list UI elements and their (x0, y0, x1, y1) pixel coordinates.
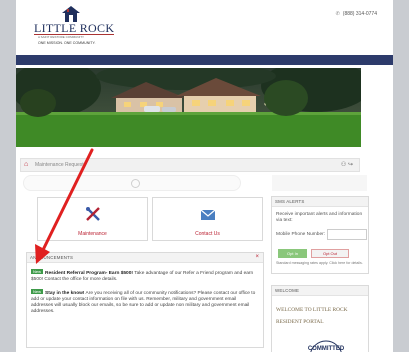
contact-us-label: Contact Us (195, 231, 220, 237)
announcements-title: ANNOUNCEMENTS (30, 255, 74, 260)
announcement-item: New Stay in the know! Are you receiving a… (31, 289, 259, 315)
phone-number: (888) 314-0774 (342, 11, 377, 17)
phone-icon: ✆ (335, 11, 340, 17)
maintenance-label: Maintenance (78, 231, 107, 237)
opt-out-button[interactable]: Opt Out (311, 249, 349, 258)
hero-image (16, 68, 361, 147)
main-navbar (16, 55, 393, 65)
home-icon[interactable]: ⌂ (24, 161, 31, 169)
sms-alerts-panel: SMS ALERTS Receive important alerts and … (271, 196, 369, 274)
sms-rates-note[interactable]: Standard messaging rates apply. Click he… (276, 261, 370, 265)
tools-icon (85, 207, 100, 221)
welcome-panel: WELCOME WELCOME TO LITTLE ROCK RESIDENT … (271, 285, 369, 352)
close-icon[interactable]: × (255, 254, 259, 261)
announcement-headline: Resident Referral Program- Earn $500! (45, 271, 133, 276)
breadcrumb: ⌂ Maintenance Request ⚇ ↪ (20, 158, 360, 172)
logo-title: LITTLE ROCK (34, 21, 115, 35)
house-logo-icon (62, 6, 80, 22)
announcements-header: ANNOUNCEMENTS × (27, 253, 263, 263)
envelope-icon (200, 209, 215, 220)
mobile-phone-input[interactable] (327, 229, 367, 240)
welcome-header: WELCOME (272, 286, 368, 296)
sms-description: Receive important alerts and information… (276, 212, 363, 223)
site-header: LITTLE ROCK A SAINT RESTORE COMMUNITY ON… (16, 0, 393, 55)
search-bar[interactable] (23, 175, 241, 191)
contact-us-tile[interactable]: Contact Us (152, 197, 263, 241)
little-rock-logo[interactable]: LITTLE ROCK A SAINT RESTORE COMMUNITY ON… (34, 6, 114, 48)
sms-alerts-header: SMS ALERTS (272, 197, 368, 207)
search-icon (131, 179, 140, 188)
logo-subtitle: A SAINT RESTORE COMMUNITY (38, 35, 85, 39)
header-phone[interactable]: ✆ (888) 314-0774 (336, 11, 377, 17)
maintenance-tile[interactable]: Maintenance (37, 197, 148, 241)
welcome-text: WELCOME TO LITTLE ROCK RESIDENT PORTAL (276, 307, 348, 325)
committed-logo: COMMITTED (308, 340, 345, 352)
committed-logo-text: COMMITTED (308, 346, 345, 352)
new-badge: New (31, 269, 44, 274)
mobile-phone-label: Mobile Phone Number: (276, 232, 326, 237)
logo-tagline: ONE MISSION. ONE COMMUNITY. (38, 41, 96, 45)
user-logout-icons[interactable]: ⚇ ↪ (341, 161, 353, 168)
opt-in-button[interactable]: Opt In (278, 249, 307, 258)
hero-photo (16, 68, 361, 147)
new-badge: New (31, 289, 44, 294)
breadcrumb-current[interactable]: Maintenance Request (35, 162, 84, 168)
welcome-title: WELCOME (275, 288, 300, 293)
announcement-item: New Resident Referral Program- Earn $500!… (31, 269, 259, 283)
sms-alerts-title: SMS ALERTS (275, 199, 305, 204)
announcements-panel: ANNOUNCEMENTS × New Resident Referral Pro… (26, 252, 264, 348)
search-side-area (272, 175, 367, 191)
announcement-headline: Stay in the know! (45, 291, 85, 296)
